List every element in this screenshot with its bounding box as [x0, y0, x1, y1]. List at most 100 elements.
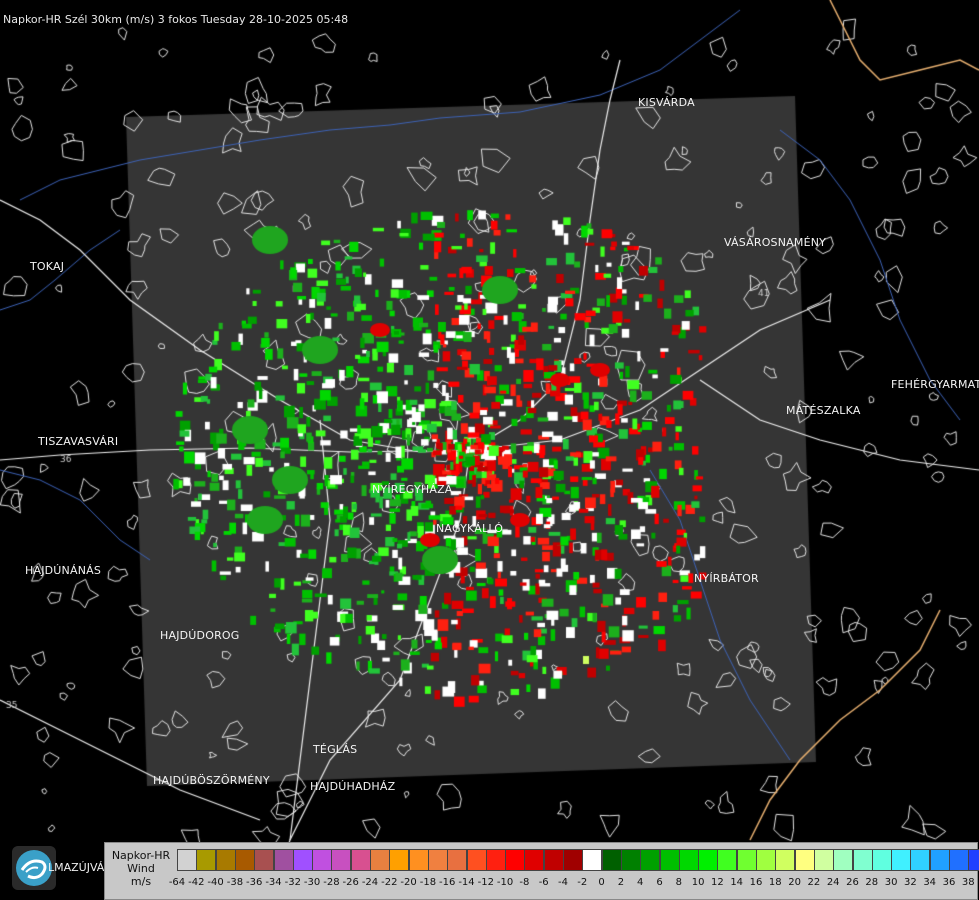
legend-tick: -32 [284, 877, 301, 888]
place-label: TISZAVASVÁRI [38, 435, 119, 448]
legend-swatch [717, 849, 738, 871]
legend-tick: -34 [265, 877, 282, 888]
place-label: TÉGLÁS [313, 743, 358, 756]
legend-swatch [813, 849, 834, 871]
radar-map [0, 0, 979, 900]
legend-swatch [736, 849, 757, 871]
legend-tick: 24 [826, 877, 840, 888]
legend-title-line: Napkor-HR [111, 849, 171, 862]
legend-tick: 10 [691, 877, 705, 888]
legend-tick: -14 [458, 877, 475, 888]
legend-tick: 32 [904, 877, 917, 888]
legend-tick: -6 [538, 877, 549, 888]
legend-swatch [254, 849, 275, 871]
legend-swatch [312, 849, 333, 871]
legend-swatch [234, 849, 255, 871]
place-label: MÁTÉSZALKA [786, 404, 861, 417]
place-label: HAJDÚHADHÁZ [310, 780, 396, 793]
legend-tick: -12 [477, 877, 494, 888]
legend-tick: -28 [323, 877, 340, 888]
legend-swatch [910, 849, 931, 871]
legend-swatch [563, 849, 583, 871]
legend-swatch [485, 849, 506, 871]
legend-swatch [447, 849, 468, 871]
place-label: NAGYKÁLLÓ [436, 522, 504, 535]
place-label: HAJDÚDOROG [160, 629, 240, 642]
legend-swatch [350, 849, 371, 871]
legend-swatch [582, 849, 603, 871]
logo-label: LMAZÚJVÁR [48, 861, 112, 874]
legend-swatch [505, 849, 526, 871]
legend-swatch [871, 849, 892, 871]
legend-tick: -22 [381, 877, 398, 888]
legend-swatch [370, 849, 390, 871]
legend-tick: 18 [768, 877, 782, 888]
legend-swatch [640, 849, 661, 871]
legend-swatch [196, 849, 217, 871]
legend-tick: 22 [807, 877, 821, 888]
legend-title-line: m/s [130, 875, 152, 888]
legend-tick: 36 [942, 877, 956, 888]
legend-swatch [177, 849, 197, 871]
legend-swatch [891, 849, 912, 871]
legend-tick: -4 [558, 877, 568, 888]
legend-tick: -30 [303, 877, 321, 888]
legend-swatch [775, 849, 796, 871]
legend-swatch [929, 849, 950, 871]
legend-swatch [620, 849, 641, 871]
map-title: Napkor-HR Szél 30km (m/s) 3 fokos Tuesda… [3, 13, 349, 26]
legend-swatch [292, 849, 313, 871]
legend-tick: 28 [865, 877, 879, 888]
legend-swatch [273, 849, 294, 871]
legend-swatch [756, 849, 776, 871]
legend-tick: 30 [884, 877, 898, 888]
legend-swatch [852, 849, 873, 871]
legend-swatch [408, 849, 429, 871]
legend-swatch [833, 849, 854, 871]
legend-swatch [678, 849, 699, 871]
place-label: FEHÉRGYARMAT [891, 378, 979, 391]
legend-tick: 4 [637, 877, 644, 888]
legend-tick: -8 [519, 877, 530, 888]
place-label: TOKAJ [30, 260, 65, 273]
legend-swatch [427, 849, 448, 871]
legend-tick: 2 [617, 877, 625, 888]
place-label: HAJDÚNÁNÁS [25, 564, 102, 577]
legend-tick: 34 [923, 877, 937, 888]
legend-tick: 20 [788, 877, 801, 888]
legend-title-line: Wind [127, 862, 155, 875]
legend-tick: -36 [246, 877, 263, 888]
legend-swatch [794, 849, 815, 871]
legend-swatch [331, 849, 352, 871]
legend-tick: 0 [598, 877, 605, 888]
place-label: VÁSÁROSNAMÉNY [724, 236, 827, 249]
legend-swatch [524, 849, 545, 871]
legend-tick: 8 [675, 877, 682, 888]
place-label: NYÍREGYHÁZA [372, 483, 453, 496]
legend-tick: 26 [846, 877, 859, 888]
legend-tick: -64 [168, 877, 186, 888]
legend-tick: -26 [342, 877, 359, 888]
legend-tick: 6 [656, 877, 663, 888]
legend-tick: -40 [207, 877, 224, 888]
legend-swatch [466, 849, 487, 871]
legend-swatch [601, 849, 622, 871]
wind-legend: Napkor-HR Wind m/s -64 -42 -40 -38 -36 -34 -32… [104, 842, 979, 900]
place-label: KISVÁRDA [638, 96, 695, 109]
legend-tick: -38 [226, 877, 244, 888]
legend-tick: -20 [400, 877, 417, 888]
place-label: NYÍRBÁTOR [694, 572, 759, 585]
legend-swatch [215, 849, 236, 871]
legend-title: Napkor-HR Wind m/s [109, 849, 173, 888]
legend-swatch [968, 849, 979, 871]
legend-swatch [543, 849, 564, 871]
legend-tick: -16 [439, 877, 456, 888]
legend-tick: 14 [730, 877, 744, 888]
legend-tick: -10 [496, 877, 514, 888]
legend-swatch [389, 849, 410, 871]
place-label: HAJDÚBÖSZÖRMÉNY [153, 774, 270, 787]
legend-tick: 16 [749, 877, 763, 888]
legend-swatch [949, 849, 969, 871]
legend-tick: 12 [711, 877, 724, 888]
legend-tick: -2 [577, 877, 588, 888]
